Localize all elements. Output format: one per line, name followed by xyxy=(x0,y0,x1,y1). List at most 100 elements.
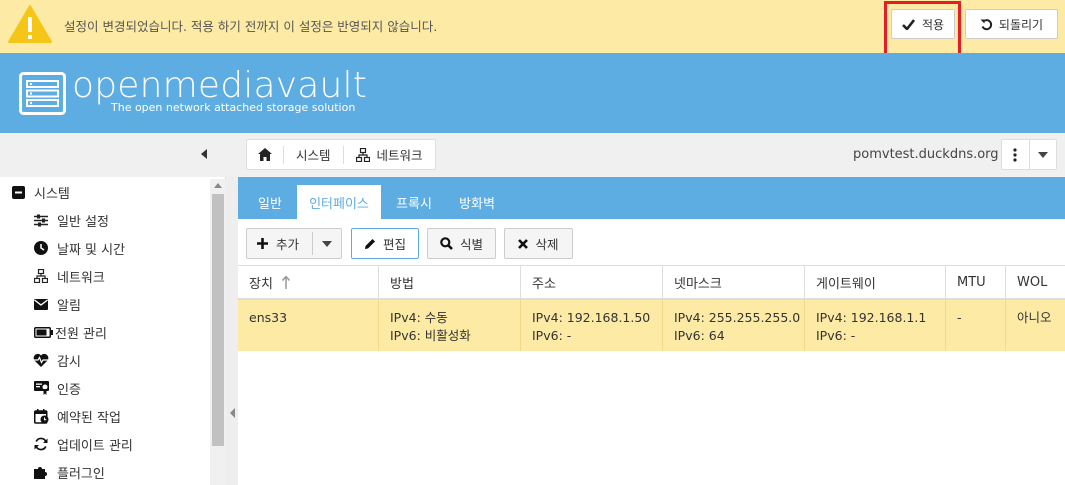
edit-button-label: 편집 xyxy=(382,237,406,252)
identify-button[interactable]: 식별 xyxy=(427,228,496,259)
column-header-label: WOL xyxy=(1017,275,1048,290)
table-row[interactable]: ens33 IPv4: 수동 IPv6: 비활성화 IPv4: 192.168.1… xyxy=(238,300,1065,351)
tab-interfaces[interactable]: 인터페이스 xyxy=(297,185,381,219)
sidebar-item-label: 일반 설정 xyxy=(57,214,109,230)
cell-device: ens33 xyxy=(238,300,379,351)
sidebar-item-label: 네트워크 xyxy=(57,270,105,286)
column-header-label: 장치 xyxy=(249,277,273,292)
more-options-button[interactable] xyxy=(1002,140,1030,169)
cell-address: IPv4: 192.168.1.50 IPv6: - xyxy=(521,300,663,351)
breadcrumb-network[interactable]: 네트워크 xyxy=(344,140,435,169)
tab-general[interactable]: 일반 xyxy=(246,185,294,219)
dropdown-button[interactable] xyxy=(1030,140,1057,169)
sliders-icon xyxy=(33,212,49,228)
method-ipv4: IPv4: 수동 xyxy=(390,310,448,325)
sidebar-item-monitoring[interactable]: 감시 xyxy=(33,346,81,374)
undo-icon xyxy=(980,18,992,30)
sidebar-item-update-management[interactable]: 업데이트 관리 xyxy=(33,430,133,458)
network-icon xyxy=(33,268,49,284)
sidebar-item-date-time[interactable]: 날짜 및 시간 xyxy=(33,234,125,262)
delete-button[interactable]: 삭제 xyxy=(504,228,573,259)
add-button[interactable]: 추가 xyxy=(257,234,299,253)
splitter-collapse-icon[interactable] xyxy=(230,408,235,418)
plus-icon xyxy=(257,238,268,249)
cell-mtu: - xyxy=(946,300,1006,351)
clock-icon xyxy=(33,240,49,256)
heartbeat-icon xyxy=(33,352,49,368)
scroll-up-arrow-icon[interactable] xyxy=(214,183,222,188)
column-header-device[interactable]: 장치 xyxy=(238,266,379,299)
delete-button-label: 삭제 xyxy=(535,237,559,252)
vertical-ellipsis-icon xyxy=(1013,147,1017,162)
column-header-wol[interactable]: WOL xyxy=(1006,266,1065,299)
battery-icon xyxy=(33,324,53,340)
sidebar: 시스템 일반 설정 날짜 및 시간 네트워크 알림 전원 관리 감시 인증 예약… xyxy=(0,177,226,485)
gateway-ipv4: IPv4: 192.168.1.1 xyxy=(816,310,927,325)
minus-square-icon xyxy=(10,184,26,200)
sidebar-item-label: 알림 xyxy=(57,298,81,314)
sidebar-item-label: 전원 관리 xyxy=(55,326,107,342)
column-header-netmask[interactable]: 넷마스크 xyxy=(663,266,805,299)
envelope-icon xyxy=(33,296,49,312)
sidebar-item-label: 감시 xyxy=(57,354,81,370)
tab-label: 프록시 xyxy=(396,196,432,212)
column-header-address[interactable]: 주소 xyxy=(521,266,663,299)
logo-text: openmediavault xyxy=(72,65,368,106)
sidebar-item-plugins[interactable]: 플러그인 xyxy=(33,458,105,485)
sidebar-splitter[interactable] xyxy=(226,177,238,485)
cell-netmask: IPv4: 255.255.255.0 IPv6: 64 xyxy=(663,300,805,351)
sidebar-item-scheduled-jobs[interactable]: 예약된 작업 xyxy=(33,402,121,430)
address-ipv4: IPv4: 192.168.1.50 xyxy=(532,310,651,325)
search-icon xyxy=(440,237,453,250)
warning-icon xyxy=(8,5,52,43)
column-header-method[interactable]: 방법 xyxy=(379,266,521,299)
column-header-label: 게이트웨이 xyxy=(816,277,876,292)
home-button[interactable] xyxy=(247,140,283,169)
tab-proxy[interactable]: 프록시 xyxy=(386,185,442,219)
method-ipv6: IPv6: 비활성화 xyxy=(390,328,471,343)
sidebar-item-certificates[interactable]: 인증 xyxy=(33,374,81,402)
tab-firewall[interactable]: 방화벽 xyxy=(449,185,505,219)
sidebar-item-power-management[interactable]: 전원 관리 xyxy=(33,318,107,346)
mtu-value: - xyxy=(957,310,962,325)
home-icon xyxy=(258,148,272,161)
puzzle-icon xyxy=(33,464,49,480)
openmediavault-logo-icon xyxy=(19,72,66,115)
column-header-label: 넷마스크 xyxy=(674,277,722,292)
refresh-icon xyxy=(33,436,49,452)
revert-button[interactable]: 되돌리기 xyxy=(965,9,1058,39)
sidebar-item-label: 플러그인 xyxy=(57,466,105,482)
sidebar-scroll-thumb[interactable] xyxy=(212,194,224,446)
revert-button-label: 되돌리기 xyxy=(998,17,1044,32)
sidebar-item-label: 시스템 xyxy=(34,186,70,202)
sidebar-item-general-settings[interactable]: 일반 설정 xyxy=(33,206,109,234)
caret-down-icon xyxy=(322,240,332,247)
pencil-icon xyxy=(364,238,375,249)
device-value: ens33 xyxy=(249,310,288,325)
calendar-clock-icon xyxy=(33,408,49,424)
edit-button[interactable]: 편집 xyxy=(351,228,419,259)
identify-button-label: 식별 xyxy=(459,237,483,252)
column-header-gateway[interactable]: 게이트웨이 xyxy=(805,266,946,299)
logo-subtitle: The open network attached storage soluti… xyxy=(111,101,356,114)
sidebar-item-notification[interactable]: 알림 xyxy=(33,290,81,318)
top-menu-group xyxy=(1001,139,1057,170)
breadcrumb-system[interactable]: 시스템 xyxy=(284,140,343,169)
grid-toolbar: 추가 편집 식별 삭제 xyxy=(238,219,1065,265)
collapse-sidebar-icon[interactable] xyxy=(201,149,207,159)
breadcrumb-network-label: 네트워크 xyxy=(376,148,423,163)
breadcrumb: 시스템 네트워크 xyxy=(246,139,436,170)
apply-button-highlight xyxy=(884,1,961,56)
wol-value: 아니오 xyxy=(1017,310,1052,325)
address-ipv6: IPv6: - xyxy=(532,328,572,343)
cell-method: IPv4: 수동 IPv6: 비활성화 xyxy=(379,300,521,351)
column-header-mtu[interactable]: MTU xyxy=(946,266,1006,299)
add-dropdown-button[interactable] xyxy=(313,229,341,258)
add-button-group: 추가 xyxy=(246,228,342,259)
cell-wol: 아니오 xyxy=(1006,300,1065,351)
sidebar-item-network[interactable]: 네트워크 xyxy=(33,262,105,290)
sidebar-item-label: 업데이트 관리 xyxy=(57,438,133,454)
sidebar-item-system[interactable]: 시스템 xyxy=(10,178,70,206)
grid-header: 장치 방법 주소 넷마스크 게이트웨이 MTU WOL xyxy=(238,265,1065,300)
hostname-label: pomvtest.duckdns.org xyxy=(853,147,999,162)
